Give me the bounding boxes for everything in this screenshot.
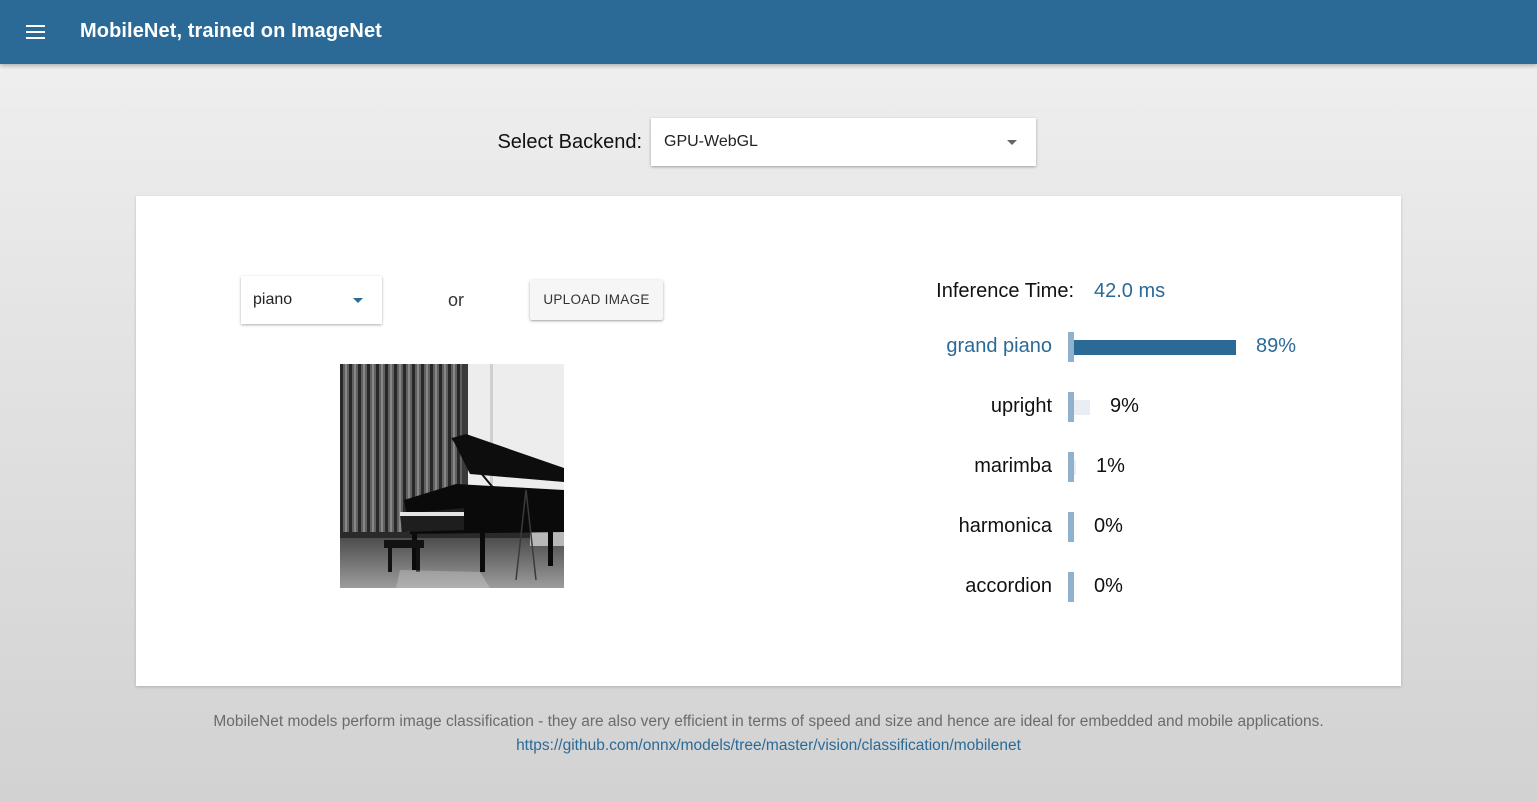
app-title: MobileNet, trained on ImageNet (80, 20, 382, 42)
inference-time-value: 42.0 ms (1094, 280, 1166, 302)
image-select[interactable]: piano (241, 276, 382, 324)
footer-description: MobileNet models perform image classific… (213, 713, 1324, 730)
piano-photo (340, 364, 564, 588)
prediction-row: accordion 0% (896, 572, 1356, 604)
prediction-bar (1074, 400, 1090, 415)
prediction-label: grand piano (946, 335, 1052, 357)
prediction-value: 0% (1094, 515, 1123, 537)
prediction-label: accordion (965, 575, 1052, 597)
image-select-value: piano (253, 291, 293, 308)
inference-time-label: Inference Time: (936, 280, 1074, 302)
or-separator: or (447, 290, 464, 310)
prediction-bar (1074, 460, 1076, 475)
backend-select[interactable]: GPU-WebGL (651, 118, 1036, 166)
prediction-label: upright (990, 395, 1052, 417)
prediction-row: harmonica 0% (896, 512, 1356, 544)
menu-icon[interactable] (24, 20, 48, 44)
upload-image-button[interactable]: UPLOAD IMAGE (530, 280, 663, 320)
prediction-label: harmonica (958, 515, 1052, 537)
prediction-track (1068, 512, 1074, 542)
backend-select-value: GPU-WebGL (664, 133, 758, 150)
prediction-track (1068, 572, 1074, 602)
prediction-value: 89% (1256, 335, 1297, 357)
prediction-row: grand piano 89% (896, 332, 1356, 364)
prediction-value: 0% (1094, 575, 1123, 597)
input-image-preview (340, 364, 564, 588)
prediction-value: 9% (1110, 395, 1139, 417)
prediction-row: marimba 1% (896, 452, 1356, 484)
classifier-card: piano or UPLOAD IMAGE Inference Time: 42… (136, 196, 1401, 686)
prediction-bar (1074, 340, 1236, 355)
backend-label: Select Backend: (497, 131, 642, 153)
app-bar: MobileNet, trained on ImageNet (0, 0, 1537, 64)
chevron-down-icon (1007, 140, 1017, 145)
prediction-label: marimba (974, 455, 1052, 477)
footer-link[interactable]: https://github.com/onnx/models/tree/mast… (0, 737, 1537, 755)
prediction-value: 1% (1096, 455, 1125, 477)
chevron-down-icon (353, 298, 363, 303)
prediction-row: upright 9% (896, 392, 1356, 424)
